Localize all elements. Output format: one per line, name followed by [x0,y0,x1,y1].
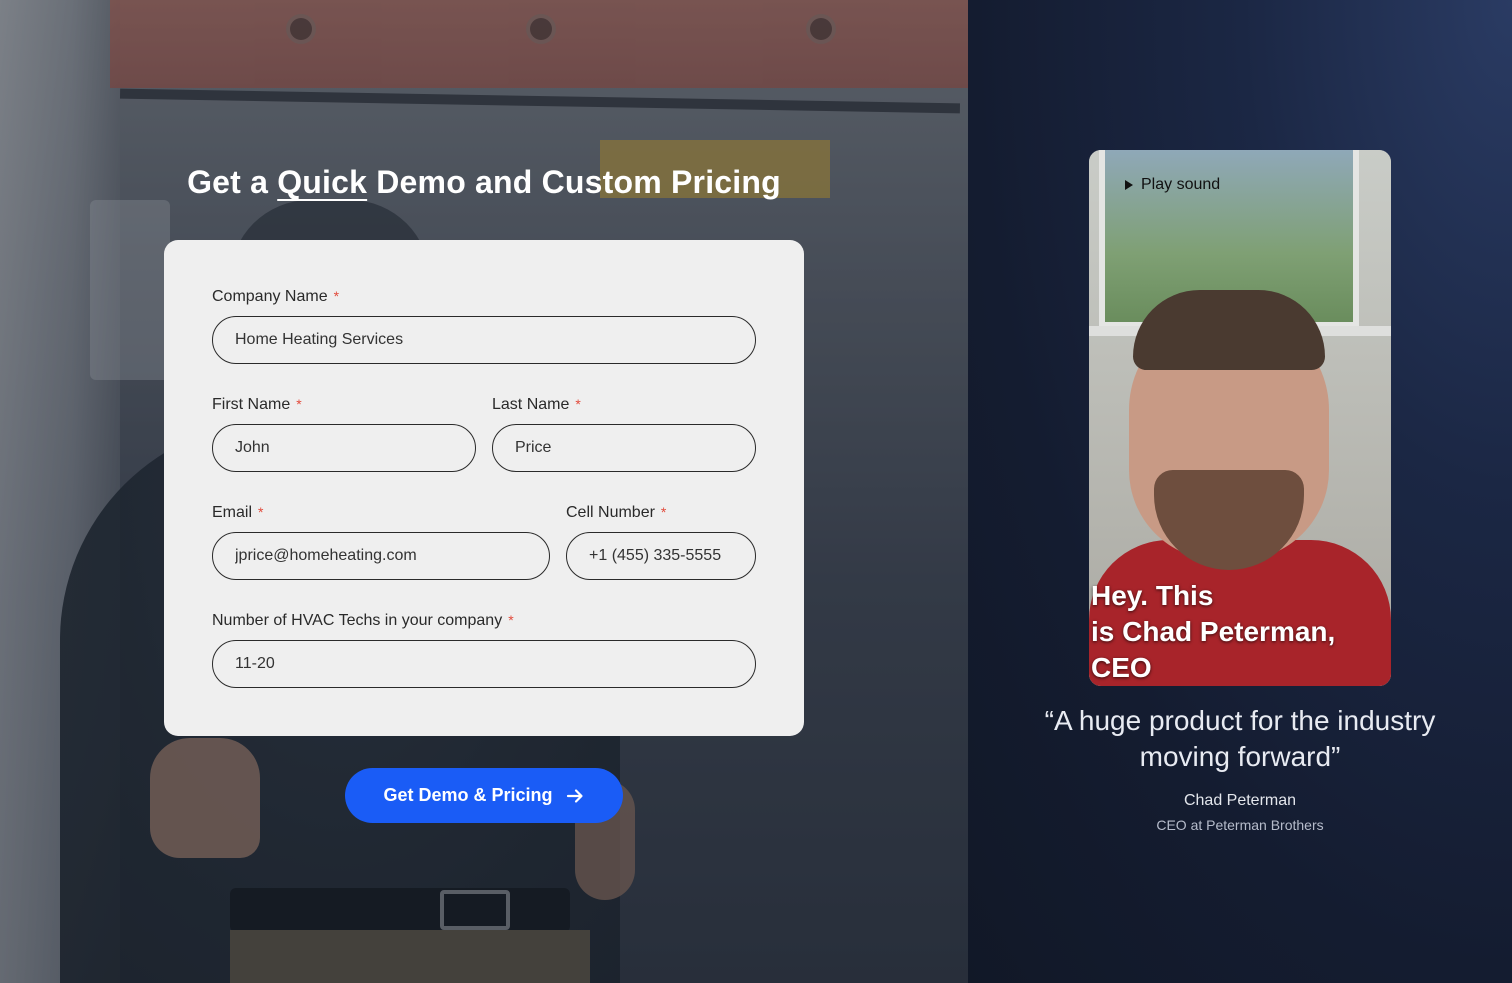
cell-number-label: Cell Number * [566,504,667,521]
email-label: Email * [212,504,264,521]
cta-label: Get Demo & Pricing [383,785,553,805]
first-name-input[interactable] [212,424,476,472]
video-speaker-hair [1133,290,1325,370]
play-sound-label: Play sound [1141,176,1221,193]
cell-number-input[interactable] [566,532,756,580]
required-asterisk: * [333,288,340,304]
testimonial-author-role: CEO at Peterman Brothers [1156,817,1324,833]
required-asterisk: * [258,504,264,520]
testimonial-quote: “A huge product for the industry moving … [1044,705,1436,772]
arrow-right-icon [566,788,583,803]
title-emphasis: Quick [277,164,368,200]
title-suffix: Demo and Custom Pricing [367,164,781,200]
hvac-techs-label: Number of HVAC Techs in your company * [212,612,514,629]
required-asterisk: * [660,504,667,520]
hvac-techs-input[interactable] [212,640,756,688]
required-asterisk: * [575,396,581,412]
last-name-input[interactable] [492,424,756,472]
demo-form: Company Name* First Name* Last Name* Ema… [164,240,804,736]
hero-section: Get a Quick Demo and Custom Pricing Comp… [0,0,968,983]
play-icon [1125,180,1133,190]
video-caption: Hey. This is Chad Peterman, CEO [1091,580,1336,683]
testimonial-panel: Play sound Hey. This is Chad Peterman, C… [968,0,1512,983]
required-asterisk: * [508,612,514,628]
required-asterisk: * [296,396,302,412]
title-prefix: Get a [187,164,278,200]
page-title: Get a Quick Demo and Custom Pricing [0,164,968,201]
last-name-label: Last Name * [492,396,581,413]
get-demo-pricing-button[interactable]: Get Demo & Pricing [345,768,623,823]
testimonial-video[interactable]: Play sound Hey. This is Chad Peterman, C… [1089,150,1391,686]
first-name-label: First Name * [212,396,302,413]
play-sound-button[interactable]: Play sound [1125,176,1220,194]
company-name-input[interactable] [212,316,756,364]
testimonial-author-name: Chad Peterman [1183,792,1297,809]
company-name-label: Company Name * [212,288,340,305]
email-input[interactable] [212,532,550,580]
